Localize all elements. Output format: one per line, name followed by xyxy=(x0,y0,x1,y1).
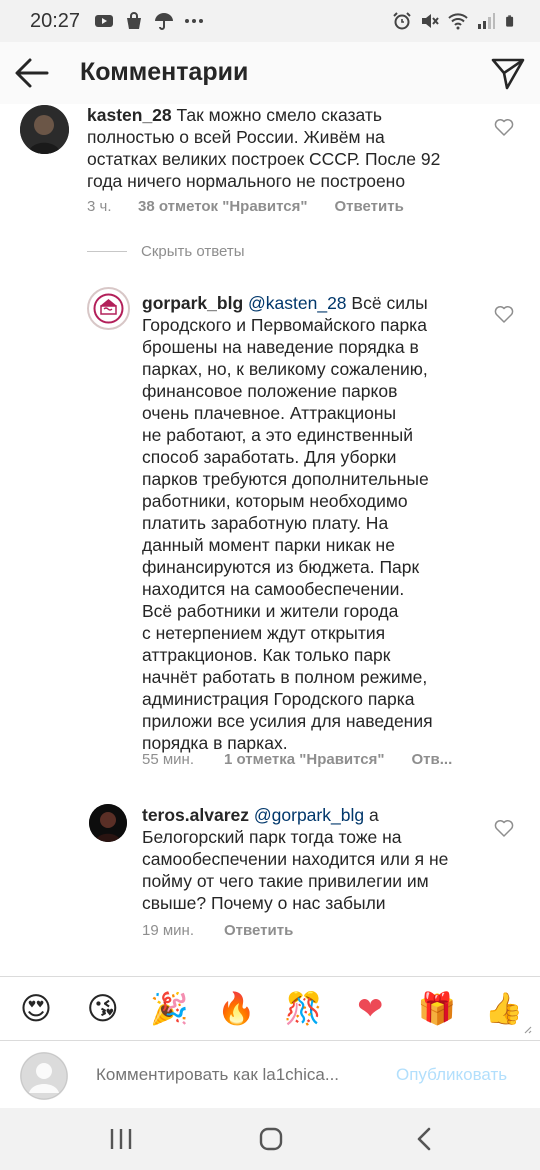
paper-plane-icon[interactable] xyxy=(490,55,526,91)
alarm-icon xyxy=(393,12,411,30)
comment-line: финансируются из бюджета. Парк xyxy=(142,557,420,577)
status-bar: 20:27 xyxy=(0,0,540,42)
signal-icon xyxy=(478,13,495,29)
comment-line: полностью о всей России. Живём на xyxy=(87,127,385,147)
thumbs-up-emoji-icon[interactable]: 👍 xyxy=(484,989,524,1029)
comment-line: находится на самообеспечении. xyxy=(142,579,405,599)
comment-composer: Опубликовать xyxy=(0,1040,540,1108)
likes-count[interactable]: 38 отметок "Нравится" xyxy=(138,198,307,215)
comment-time: 3 ч. xyxy=(87,198,112,215)
comment-line: очень плачевное. Аттракционы xyxy=(142,403,397,423)
comment-line: остатках великих построек СССР. После 92 xyxy=(87,149,441,169)
comment-username[interactable]: kasten_28 xyxy=(87,105,172,125)
comment-meta: 19 мин. Ответить xyxy=(142,922,293,939)
status-time: 20:27 xyxy=(30,9,81,32)
comment-line: работники, которым необходимо xyxy=(142,491,408,511)
reply-button[interactable]: Ответить xyxy=(224,922,293,939)
comment-line: данный момент парки никак не xyxy=(142,535,395,555)
comment-line: Всё силы xyxy=(351,293,428,313)
wifi-icon xyxy=(448,13,468,30)
comment-line: приложи все усилия для наведения xyxy=(142,711,433,731)
comment-line: Городского и Первомайского парка xyxy=(142,315,427,335)
user-photo-icon xyxy=(89,804,127,842)
comment-line: парках, но, к великому сожалению, xyxy=(142,359,428,379)
back-icon[interactable] xyxy=(410,1126,440,1152)
comment-line: свыше? Почему о нас забыли xyxy=(142,893,386,913)
own-avatar xyxy=(20,1052,68,1100)
comment-line: Белогорский парк тогда тоже на xyxy=(142,827,402,847)
page-title: Комментарии xyxy=(80,58,249,86)
battery-icon xyxy=(506,15,514,27)
umbrella-icon xyxy=(155,13,174,30)
more-dots-icon xyxy=(185,19,204,23)
replies-divider xyxy=(87,251,127,252)
comment-line: не работают, а это единственный xyxy=(142,425,414,445)
red-heart-emoji-icon[interactable]: ❤ xyxy=(350,989,390,1029)
mention-link[interactable]: @kasten_28 xyxy=(248,293,347,313)
bag-icon xyxy=(127,12,142,29)
fire-emoji-icon[interactable]: 🔥 xyxy=(217,989,257,1029)
system-nav-bar xyxy=(0,1108,540,1170)
status-system-icons xyxy=(392,12,518,30)
default-avatar-icon xyxy=(20,1052,68,1100)
comment-line: а xyxy=(368,805,379,825)
comment-input[interactable] xyxy=(96,1065,376,1085)
comment-line: самообеспечении находится или я не xyxy=(142,849,449,869)
comment-line: платить заработную плату. На xyxy=(142,513,389,533)
comment-line: брошены на наведение порядка в xyxy=(142,337,419,357)
avatar-gorpark[interactable] xyxy=(87,287,130,330)
avatar-kasten[interactable] xyxy=(20,105,69,154)
comment-line: Всё работники и жители города xyxy=(142,601,399,621)
gift-emoji-icon[interactable]: 🎁 xyxy=(417,989,457,1029)
publish-button[interactable]: Опубликовать xyxy=(396,1065,507,1085)
hide-replies-label: Скрыть ответы xyxy=(141,243,245,260)
mute-icon xyxy=(422,14,439,28)
comment-line: парков требуются дополнительные xyxy=(142,469,429,489)
comment-username[interactable]: teros.alvarez xyxy=(142,805,249,825)
recent-apps-icon[interactable] xyxy=(106,1126,136,1152)
comment-meta: 55 мин. 1 отметка "Нравится" Отв... xyxy=(142,751,452,768)
arrow-left-icon[interactable] xyxy=(14,56,50,90)
emoji-quick-bar: 😍 😘 🎉 🔥 🎊 ❤ 🎁 👍 xyxy=(0,976,540,1040)
party-popper-emoji-icon[interactable]: 🎉 xyxy=(150,989,190,1029)
comment-line: Так можно смело сказать xyxy=(176,105,382,125)
status-notification-icons xyxy=(94,12,204,30)
user-photo-icon xyxy=(20,105,69,154)
comment-line: финансовое положение парков xyxy=(142,381,398,401)
comment-line: года ничего нормального не построено xyxy=(87,171,406,191)
resize-handle-icon xyxy=(524,1026,532,1034)
header-bar: Комментарии xyxy=(0,42,540,104)
comment-line: способ заработать. Для уборки xyxy=(142,447,397,467)
comment-line: администрация Городского парка xyxy=(142,689,415,709)
carousel-logo-icon xyxy=(90,290,127,327)
comment-body: kasten_28 Так можно смело сказать полнос… xyxy=(87,104,487,192)
heart-icon[interactable] xyxy=(494,305,514,323)
confetti-ball-emoji-icon[interactable]: 🎊 xyxy=(283,989,323,1029)
likes-count[interactable]: 1 отметка "Нравится" xyxy=(224,751,385,768)
home-icon[interactable] xyxy=(256,1126,286,1152)
comment-meta: 3 ч. 38 отметок "Нравится" Ответить xyxy=(87,198,404,215)
heart-icon[interactable] xyxy=(494,819,514,837)
comment-line: начнёт работать в полном режиме, xyxy=(142,667,428,687)
comment-time: 55 мин. xyxy=(142,751,194,768)
reply-button[interactable]: Ответить xyxy=(334,198,403,215)
heart-icon[interactable] xyxy=(494,118,514,136)
comment-line: пойму от чего такие привилегии им xyxy=(142,871,429,891)
youtube-icon xyxy=(95,15,114,27)
comment-username[interactable]: gorpark_blg xyxy=(142,293,243,313)
kiss-emoji-icon[interactable]: 😘 xyxy=(83,989,123,1029)
comment-line: аттракционов. Как только парк xyxy=(142,645,391,665)
comment-line: с нетерпением ждут открытия xyxy=(142,623,386,643)
comment-body: gorpark_blg @kasten_28 Всё силы Городско… xyxy=(142,292,482,754)
heart-eyes-emoji-icon[interactable]: 😍 xyxy=(16,989,56,1029)
mention-link[interactable]: @gorpark_blg xyxy=(254,805,364,825)
hide-replies-toggle[interactable]: Скрыть ответы xyxy=(87,243,245,260)
avatar-teros[interactable] xyxy=(89,804,127,842)
comment-body: teros.alvarez @gorpark_blg а Белогорский… xyxy=(142,804,482,914)
comment-time: 19 мин. xyxy=(142,922,194,939)
reply-button[interactable]: Отв... xyxy=(412,751,453,768)
